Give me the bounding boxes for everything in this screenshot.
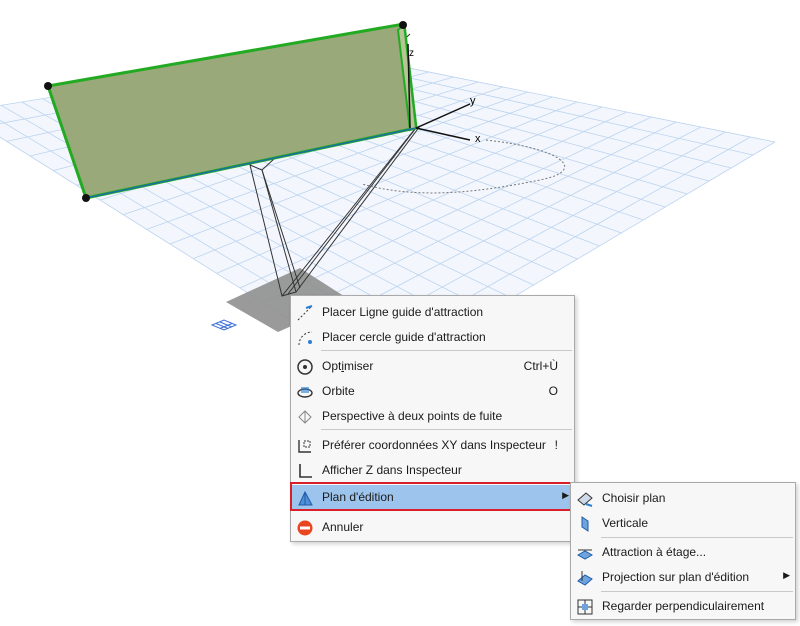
menu-separator — [321, 483, 572, 484]
shortcut-text: ! — [554, 438, 558, 452]
menu-item-guide-line[interactable]: Placer Ligne guide d'attraction — [291, 300, 574, 325]
menu-separator — [601, 591, 793, 592]
menu-item-guide-circle[interactable]: Placer cercle guide d'attraction — [291, 325, 574, 350]
vertical-plane-icon — [575, 514, 595, 534]
submenu-item-label: Projection sur plan d'édition — [602, 570, 750, 584]
menu-separator — [601, 537, 793, 538]
submenu-item-projection[interactable]: Projection sur plan d'édition ▶ — [571, 565, 795, 590]
menu-item-label: Orbite — [322, 384, 355, 398]
submenu-item-story-snap[interactable]: Attraction à étage... — [571, 540, 795, 565]
shortcut-text: O — [548, 384, 558, 398]
editing-plane-icon — [295, 488, 315, 508]
submenu-arrow-icon: ▶ — [783, 570, 790, 580]
menu-item-editing-plane[interactable]: Plan d'édition ▶ — [291, 485, 574, 511]
cancel-icon — [295, 518, 315, 538]
menu-item-two-point-perspective[interactable]: Perspective à deux points de fuite — [291, 404, 574, 429]
context-menu: Placer Ligne guide d'attraction Placer c… — [290, 295, 575, 542]
guide-line-icon — [295, 303, 315, 323]
z-axis-icon — [295, 461, 315, 481]
axis-label-x: x — [475, 133, 481, 145]
menu-item-xy-coordinates[interactable]: Préférer coordonnées XY dans Inspecteur … — [291, 433, 574, 458]
menu-item-show-z[interactable]: Afficher Z dans Inspecteur — [291, 458, 574, 483]
plane-vertex[interactable] — [44, 82, 52, 90]
menu-item-label: Afficher Z dans Inspecteur — [322, 463, 462, 477]
menu-item-label: Annuler — [322, 520, 364, 534]
axis-label-y: y — [470, 95, 476, 107]
menu-item-optimize[interactable]: Optimiser Ctrl+Ù — [291, 354, 574, 379]
projection-icon — [575, 568, 595, 588]
menu-item-label: Perspective à deux points de fuite — [322, 409, 503, 423]
story-snap-icon — [575, 543, 595, 563]
menu-separator — [321, 429, 572, 430]
shortcut-text: Ctrl+Ù — [523, 359, 558, 373]
axis-label-z: z — [409, 48, 414, 59]
menu-item-label: Placer Ligne guide d'attraction — [322, 305, 484, 319]
choose-plane-icon — [575, 489, 595, 509]
menu-item-orbit[interactable]: Orbite O — [291, 379, 574, 404]
plane-vertex[interactable] — [82, 194, 90, 202]
look-perpendicular-icon — [575, 597, 595, 617]
menu-item-label: Placer cercle guide d'attraction — [322, 330, 486, 344]
submenu-item-look-perpendicular[interactable]: Regarder perpendiculairement — [571, 594, 795, 619]
orbit-icon — [295, 382, 315, 402]
menu-separator — [321, 350, 572, 351]
submenu-item-label: Regarder perpendiculairement — [602, 599, 765, 613]
xy-coordinates-icon — [295, 436, 315, 456]
two-point-perspective-icon — [295, 407, 315, 427]
submenu-arrow-icon: ▶ — [562, 490, 569, 500]
submenu-item-label: Choisir plan — [602, 491, 666, 505]
submenu-item-label: Attraction à étage... — [602, 545, 707, 559]
submenu-item-label: Verticale — [602, 516, 649, 530]
menu-item-label: Optimiser — [322, 359, 374, 373]
plane-vertex[interactable] — [399, 21, 407, 29]
submenu-item-vertical[interactable]: Verticale — [571, 511, 795, 536]
menu-item-label: Préférer coordonnées XY dans Inspecteur — [322, 438, 546, 452]
editing-plane-submenu: Choisir plan Verticale Attraction à étag… — [570, 482, 796, 620]
guide-circle-icon — [295, 328, 315, 348]
submenu-item-choose-plane[interactable]: Choisir plan — [571, 486, 795, 511]
floor-grid-icon — [210, 319, 238, 331]
menu-item-cancel[interactable]: Annuler — [291, 515, 574, 540]
menu-item-label: Plan d'édition — [322, 490, 394, 504]
optimize-zoom-icon — [295, 357, 315, 377]
